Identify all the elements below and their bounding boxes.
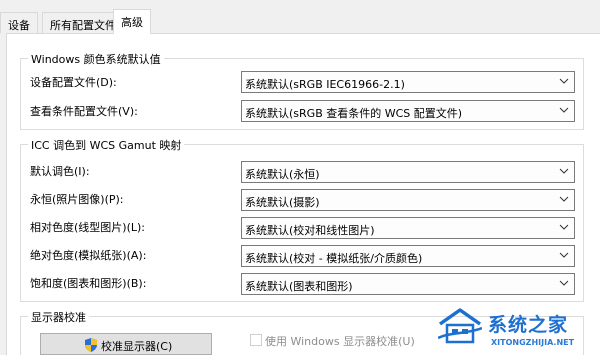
- chevron-down-icon: [559, 224, 569, 230]
- perceptual-select[interactable]: 系统默认(摄影): [241, 189, 575, 211]
- uac-shield-icon: [85, 338, 97, 352]
- watermark-url: XITONGZHIJIA.NET: [491, 338, 575, 347]
- device-profile-select[interactable]: 系统默认(sRGB IEC61966-2.1): [241, 71, 575, 93]
- group-title: 显示器校准: [28, 309, 89, 325]
- button-label: 校准显示器(C): [101, 340, 173, 353]
- chevron-down-icon: [559, 280, 569, 286]
- select-value: 系统默认(校对 - 模拟纸张/介质颜色): [245, 252, 423, 265]
- viewing-conditions-select[interactable]: 系统默认(sRGB 查看条件的 WCS 配置文件): [241, 100, 575, 122]
- site-watermark: 系统之家 XITONGZHIJIA.NET: [438, 306, 600, 355]
- default-rendering-label: 默认调色(I):: [30, 165, 90, 178]
- absolute-colorimetric-label: 绝对色度(模拟纸张)(A):: [30, 249, 147, 262]
- windows-calibration-label: 使用 Windows 显示器校准(U): [265, 335, 415, 348]
- chevron-down-icon: [559, 78, 569, 84]
- saturation-label: 饱和度(图表和图形)(B):: [30, 277, 147, 290]
- select-value: 系统默认(sRGB 查看条件的 WCS 配置文件): [245, 107, 463, 120]
- select-value: 系统默认(校对和线性图片): [245, 224, 375, 237]
- device-profile-label: 设备配置文件(D):: [30, 76, 117, 89]
- select-value: 系统默认(图表和图形): [245, 280, 353, 293]
- tab-devices[interactable]: 设备: [0, 12, 38, 33]
- chevron-down-icon: [559, 196, 569, 202]
- chevron-down-icon: [559, 168, 569, 174]
- select-value: 系统默认(摄影): [245, 196, 320, 209]
- chevron-down-icon: [559, 107, 569, 113]
- absolute-colorimetric-select[interactable]: 系统默认(校对 - 模拟纸张/介质颜色): [241, 245, 575, 267]
- perceptual-label: 永恒(照片图像)(P):: [30, 193, 124, 206]
- select-value: 系统默认(sRGB IEC61966-2.1): [245, 78, 405, 91]
- select-value: 系统默认(永恒): [245, 168, 320, 181]
- windows-calibration-checkbox[interactable]: [250, 334, 262, 346]
- group-title: ICC 调色到 WCS Gamut 映射: [28, 137, 185, 153]
- viewing-conditions-label: 查看条件配置文件(V):: [30, 105, 138, 118]
- default-rendering-select[interactable]: 系统默认(永恒): [241, 161, 575, 183]
- tab-all-profiles[interactable]: 所有配置文件: [42, 12, 124, 33]
- calibrate-display-button[interactable]: 校准显示器(C): [40, 333, 212, 355]
- tab-label: 设备: [8, 19, 30, 32]
- watermark-title: 系统之家: [488, 314, 569, 336]
- tab-label: 所有配置文件: [50, 19, 116, 32]
- tab-advanced[interactable]: 高级: [113, 9, 151, 34]
- chevron-down-icon: [559, 252, 569, 258]
- group-title: Windows 颜色系统默认值: [28, 51, 164, 67]
- relative-colorimetric-select[interactable]: 系统默认(校对和线性图片): [241, 217, 575, 239]
- tab-label: 高级: [121, 16, 143, 29]
- relative-colorimetric-label: 相对色度(线型图片)(L):: [30, 221, 145, 234]
- saturation-select[interactable]: 系统默认(图表和图形): [241, 273, 575, 295]
- tab-bar: 设备 所有配置文件 高级: [0, 0, 600, 34]
- house-logo-icon: [438, 308, 482, 344]
